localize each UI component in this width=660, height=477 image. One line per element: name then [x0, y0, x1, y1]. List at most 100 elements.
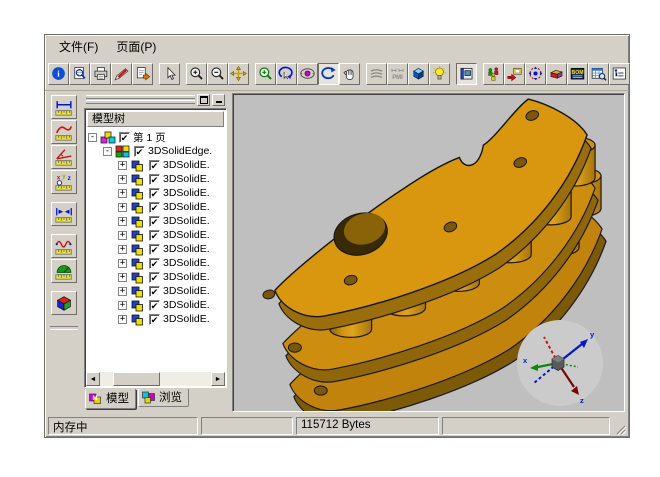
scroll-thumb[interactable]	[113, 372, 160, 386]
tree-item-checkbox[interactable]: ✔	[149, 244, 160, 255]
tree-row[interactable]: - ✔ 第 1 页	[88, 130, 225, 144]
application-window: 文件(F) 页面(P) i PMI BOM	[44, 34, 630, 438]
tree-row[interactable]: + ✔ 3DSolidE.	[88, 298, 225, 312]
zoom-in-button[interactable]	[186, 63, 207, 85]
tree-indent	[88, 172, 118, 186]
tree-expander[interactable]: +	[118, 315, 127, 324]
tree-row[interactable]: + ✔ 3DSolidE.	[88, 186, 225, 200]
tree-row[interactable]: - ✔ 3DSolidEdge.	[88, 144, 225, 158]
panel-gripper[interactable]	[84, 93, 227, 106]
sync-rotate-button[interactable]	[525, 63, 546, 85]
tree-expander[interactable]: +	[118, 231, 127, 240]
measure-angle-button[interactable]	[51, 145, 77, 169]
tree-item-checkbox[interactable]: ✔	[149, 300, 160, 311]
tree-expander[interactable]: +	[118, 217, 127, 226]
explode-button[interactable]	[546, 63, 567, 85]
tree-item-checkbox[interactable]: ✔	[149, 272, 160, 283]
tree-row[interactable]: + ✔ 3DSolidE.	[88, 172, 225, 186]
tree-indent	[88, 284, 118, 298]
tab-browse[interactable]: 浏览	[138, 389, 189, 407]
layers-button[interactable]	[366, 63, 387, 85]
tree-item-checkbox[interactable]: ✔	[149, 258, 160, 269]
tree-row[interactable]: + ✔ 3DSolidE.	[88, 312, 225, 326]
print-button[interactable]	[90, 63, 111, 85]
bom-table-search-button[interactable]	[588, 63, 609, 85]
measure-curve-length-button[interactable]	[51, 234, 77, 258]
tree-item-checkbox[interactable]: ✔	[149, 174, 160, 185]
pan-button[interactable]	[228, 63, 249, 85]
measure-distance-button[interactable]	[51, 202, 77, 226]
tree-expander[interactable]: +	[118, 245, 127, 254]
tree-expander[interactable]: +	[118, 273, 127, 282]
tree-expander[interactable]: +	[118, 259, 127, 268]
tree-row[interactable]: + ✔ 3DSolidE.	[88, 200, 225, 214]
resize-grip[interactable]	[613, 417, 626, 435]
tree-item-checkbox[interactable]: ✔	[149, 216, 160, 227]
horizontal-scrollbar[interactable]: ◄ ►	[86, 372, 225, 386]
tree-expander[interactable]: +	[118, 175, 127, 184]
orbit-button[interactable]	[297, 63, 318, 85]
pan-hand-button[interactable]	[339, 63, 360, 85]
bom-button[interactable]: BOM	[567, 63, 588, 85]
panel-hide-button[interactable]	[212, 94, 225, 106]
tab-model[interactable]: M 模型	[85, 389, 136, 409]
send-to-screen-button[interactable]	[504, 63, 525, 85]
view-cube-button[interactable]	[408, 63, 429, 85]
print-preview-button[interactable]	[69, 63, 90, 85]
orientation-gizmo[interactable]: x y z	[506, 317, 614, 409]
tree-expander[interactable]: -	[103, 147, 112, 156]
rotate-view-button[interactable]	[276, 63, 297, 85]
tree-item-checkbox[interactable]: ✔	[149, 202, 160, 213]
tree-expander[interactable]: -	[88, 133, 97, 142]
tree-row[interactable]: + ✔ 3DSolidE.	[88, 242, 225, 256]
tree-expander[interactable]: +	[118, 203, 127, 212]
zoom-out-button[interactable]	[207, 63, 228, 85]
tree-item-checkbox[interactable]: ✔	[134, 146, 145, 157]
tree-item-label: 第 1 页	[133, 130, 166, 145]
tree-item-checkbox[interactable]: ✔	[149, 160, 160, 171]
export-document-button[interactable]	[132, 63, 153, 85]
measure-radius-button[interactable]	[51, 259, 77, 283]
tree-row[interactable]: + ✔ 3DSolidE.	[88, 228, 225, 242]
measure-curve-button[interactable]	[51, 120, 77, 144]
measure-volume-button[interactable]	[51, 291, 77, 315]
status-field-memory: 内存中	[48, 417, 198, 435]
tree-expander[interactable]: +	[118, 301, 127, 310]
tree-item-checkbox[interactable]: ✔	[119, 132, 130, 143]
light-button[interactable]	[429, 63, 450, 85]
tree-indent	[88, 312, 118, 326]
tree-row[interactable]: + ✔ 3DSolidE.	[88, 158, 225, 172]
measure-length-button[interactable]	[51, 95, 77, 119]
tree-expander[interactable]: +	[118, 189, 127, 198]
notebook-button[interactable]	[456, 63, 477, 85]
menu-file[interactable]: 文件(F)	[55, 36, 102, 57]
select-cursor-button[interactable]	[159, 63, 180, 85]
collaboration-button[interactable]	[483, 63, 504, 85]
tree-item-checkbox[interactable]: ✔	[149, 188, 160, 199]
tree-row[interactable]: + ✔ 3DSolidE.	[88, 270, 225, 284]
refresh-view-button[interactable]	[318, 63, 339, 85]
panel-float-button[interactable]	[197, 94, 210, 106]
tree-expander[interactable]: +	[118, 287, 127, 296]
tree-body[interactable]: - ✔ 第 1 页 - ✔ 3DSolidEdge. + ✔ 3DSolidE.…	[86, 128, 225, 372]
tree-row[interactable]: + ✔ 3DSolidE.	[88, 256, 225, 270]
info-button[interactable]: i	[48, 63, 69, 85]
scroll-right-arrow[interactable]: ►	[211, 372, 225, 386]
tree-item-checkbox[interactable]: ✔	[149, 314, 160, 325]
structure-tree-button[interactable]	[609, 63, 630, 85]
tree-expander[interactable]: +	[118, 161, 127, 170]
tree-row[interactable]: + ✔ 3DSolidE.	[88, 214, 225, 228]
light-icon	[430, 65, 449, 82]
tree-item-checkbox[interactable]: ✔	[149, 286, 160, 297]
tree-item-checkbox[interactable]: ✔	[149, 230, 160, 241]
tree-row[interactable]: + ✔ 3DSolidE.	[88, 284, 225, 298]
tree-indent	[88, 228, 118, 242]
viewport-3d[interactable]: x y z	[232, 93, 625, 412]
pmi-button[interactable]: PMI	[387, 63, 408, 85]
scroll-track[interactable]	[100, 372, 211, 386]
zoom-window-button[interactable]	[255, 63, 276, 85]
scroll-left-arrow[interactable]: ◄	[86, 372, 100, 386]
measure-coordinate-button[interactable]: xyz	[51, 170, 77, 194]
annotate-pen-button[interactable]	[111, 63, 132, 85]
menu-page[interactable]: 页面(P)	[112, 36, 160, 57]
